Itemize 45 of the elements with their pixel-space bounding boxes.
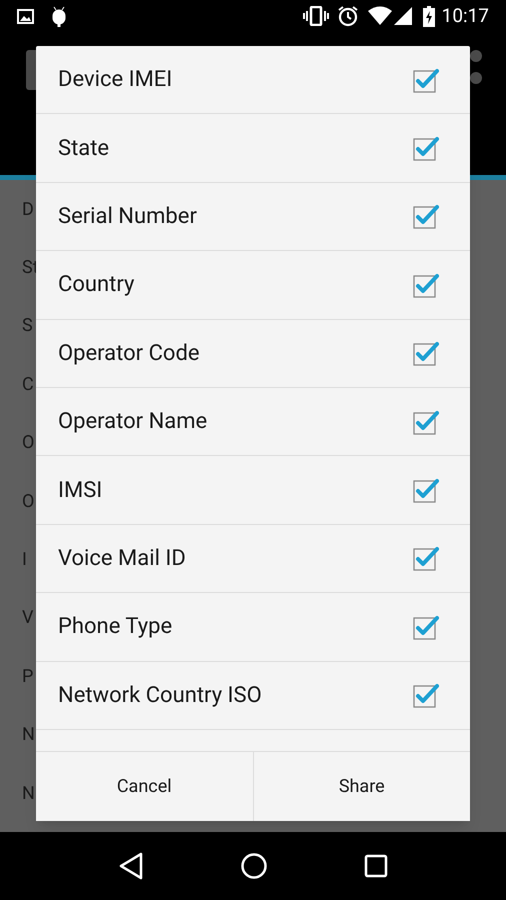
option-label: Voice Mail ID <box>58 544 187 573</box>
vibrate-icon <box>302 6 329 26</box>
back-icon[interactable] <box>118 852 144 880</box>
checkbox[interactable] <box>413 340 439 366</box>
checkbox[interactable] <box>413 408 439 435</box>
share-button[interactable]: Share <box>252 752 470 821</box>
recents-icon[interactable] <box>364 854 388 878</box>
android-icon <box>51 5 67 27</box>
cancel-button[interactable]: Cancel <box>36 752 252 821</box>
option-label: Country <box>58 271 136 300</box>
list-item-label: I <box>22 548 27 572</box>
wifi-icon <box>366 6 393 26</box>
overflow-menu-icon[interactable] <box>469 49 483 85</box>
signal-icon <box>392 6 413 26</box>
home-icon[interactable] <box>240 852 268 880</box>
checkbox[interactable] <box>413 66 439 93</box>
option-label: Phone Type <box>58 613 174 642</box>
checkbox[interactable] <box>413 135 439 162</box>
option-label: IMSI <box>58 476 104 505</box>
option-label: Network Country ISO <box>58 682 263 710</box>
checkbox[interactable] <box>413 545 439 572</box>
option-label: Operator Name <box>58 408 208 436</box>
checkbox[interactable] <box>413 614 439 640</box>
clock-time: 10:17 <box>442 2 489 29</box>
checkbox[interactable] <box>413 272 439 298</box>
list-item-label: O <box>22 490 34 514</box>
checkbox[interactable] <box>413 682 439 708</box>
alarm-icon <box>336 5 359 27</box>
app-icon <box>26 50 36 90</box>
list-item-label: C <box>22 372 34 397</box>
checkbox[interactable] <box>413 477 439 504</box>
list-item-label: N <box>22 723 35 748</box>
battery-icon <box>422 6 435 26</box>
list-item-label: P <box>22 664 34 689</box>
list-item-label: O <box>22 431 34 456</box>
checkbox[interactable] <box>413 203 439 230</box>
option-label: Device IMEI <box>58 66 174 94</box>
list-item-label: S <box>22 314 33 338</box>
option-label: Operator Code <box>58 340 201 368</box>
image-icon <box>17 8 34 24</box>
list-item-label: N <box>22 782 35 806</box>
option-label: State <box>58 134 110 163</box>
list-item-label: D <box>22 198 34 222</box>
list-item-label: V <box>22 606 34 630</box>
option-label: Serial Number <box>58 202 198 231</box>
